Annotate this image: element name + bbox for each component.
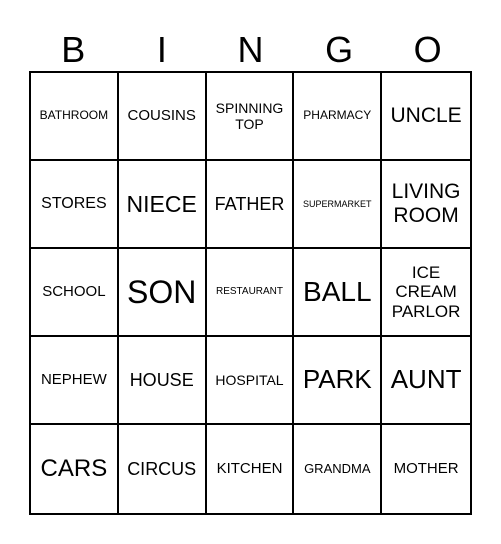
bingo-cell-label: CARS <box>40 455 108 483</box>
bingo-cell-label: GRANDMA <box>304 460 371 476</box>
bingo-cell[interactable]: PHARMACY <box>294 73 383 161</box>
bingo-cell-label: SON <box>127 273 197 310</box>
bingo-cell[interactable]: AUNT <box>382 337 470 425</box>
bingo-cell-label: LIVING ROOM <box>391 179 461 227</box>
bingo-cell-label: CIRCUS <box>127 458 197 479</box>
bingo-cell-label: RESTAURANT <box>215 286 284 298</box>
bingo-cell-label: BATHROOM <box>39 108 109 123</box>
bingo-cell[interactable]: FATHER <box>206 161 295 249</box>
bingo-cell-label: SCHOOL <box>42 283 106 301</box>
bingo-cell[interactable]: HOSPITAL <box>206 337 295 425</box>
bingo-header: B I N G O <box>29 28 472 72</box>
bingo-cell-label: AUNT <box>390 364 462 395</box>
bingo-cell[interactable]: UNCLE <box>382 73 470 161</box>
bingo-cell-label: SPINNING TOP <box>215 99 284 132</box>
bingo-cell[interactable]: SPINNING TOP <box>206 73 295 161</box>
bingo-cell[interactable]: KITCHEN <box>207 425 295 513</box>
header-letter-g: G <box>325 29 354 70</box>
bingo-cell[interactable]: CIRCUS <box>119 425 207 513</box>
bingo-cell[interactable]: SUPERMARKET <box>294 161 383 249</box>
bingo-cell-label: ICE CREAM PARLOR <box>391 262 461 321</box>
bingo-cell[interactable]: SON <box>118 249 207 337</box>
bingo-cell-label: STORES <box>41 194 107 212</box>
header-letter-n: N <box>237 29 264 70</box>
bingo-cell-label: UNCLE <box>390 103 462 127</box>
header-letter-o: O <box>413 29 442 70</box>
bingo-cell-label: BALL <box>303 275 372 307</box>
bingo-cell[interactable]: COUSINS <box>118 73 207 161</box>
bingo-cell-label: SUPERMARKET <box>303 198 372 209</box>
bingo-cell[interactable]: NIECE <box>118 161 207 249</box>
bingo-cell[interactable]: BALL <box>294 249 383 337</box>
header-letter-i: I <box>156 29 167 70</box>
bingo-cell[interactable]: SCHOOL <box>31 249 119 337</box>
bingo-cell[interactable]: STORES <box>31 161 119 249</box>
bingo-cell[interactable]: BATHROOM <box>31 73 119 161</box>
bingo-cell[interactable]: PARK <box>294 337 383 425</box>
bingo-cell-label: FATHER <box>214 193 285 214</box>
bingo-cell-label: NIECE <box>126 190 197 217</box>
bingo-cell[interactable]: HOUSE <box>118 337 207 425</box>
bingo-cell[interactable]: RESTAURANT <box>206 249 295 337</box>
bingo-cell-label: KITCHEN <box>216 460 283 478</box>
bingo-cell[interactable]: GRANDMA <box>294 425 383 513</box>
bingo-cell-label: NEPHEW <box>40 371 107 389</box>
bingo-cell[interactable]: ICE CREAM PARLOR <box>382 249 470 337</box>
bingo-cell-label: HOSPITAL <box>215 371 284 388</box>
bingo-cell-label: MOTHER <box>393 460 459 478</box>
bingo-card-grid: BATHROOM COUSINS SPINNING TOP PHARMACY UNCLE… <box>29 71 472 515</box>
bingo-cell-label: PARK <box>302 364 372 395</box>
bingo-cell[interactable]: LIVING ROOM <box>382 161 470 249</box>
bingo-cell[interactable]: MOTHER <box>382 425 470 513</box>
bingo-cell-label: PHARMACY <box>303 108 372 123</box>
bingo-cell[interactable]: CARS <box>31 425 119 513</box>
bingo-cell[interactable]: NEPHEW <box>31 337 119 425</box>
bingo-cell-label: COUSINS <box>127 107 196 125</box>
bingo-cell-label: HOUSE <box>129 369 194 390</box>
header-letter-b: B <box>61 29 86 70</box>
